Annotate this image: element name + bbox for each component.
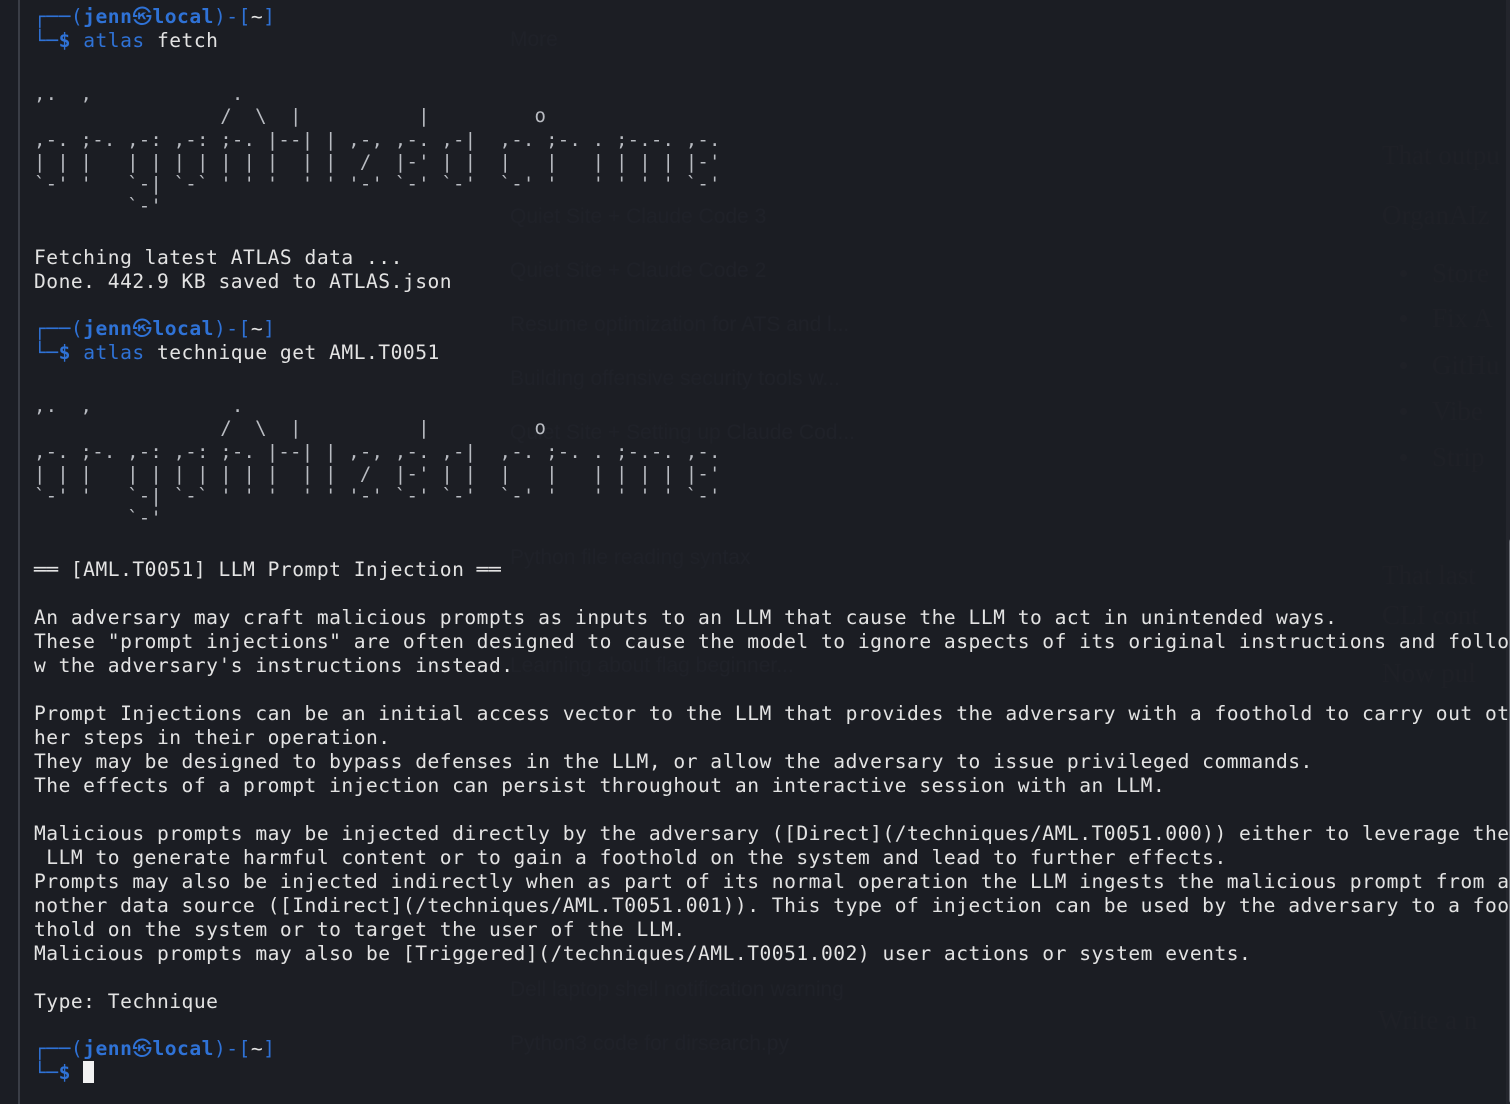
description-line: Prompts may also be injected indirectly … — [34, 870, 1510, 893]
command-line: └─$ atlas fetch — [34, 29, 218, 53]
prompt-line: ┌──(jenn㉿local)-[~] — [34, 1037, 275, 1061]
ascii-banner-line: | | | | | | | | | | | | / |-' | | | | | … — [34, 463, 721, 485]
input-line[interactable]: └─$ — [34, 1061, 95, 1085]
prompt-host: local — [152, 317, 214, 340]
prompt-host: local — [152, 1037, 214, 1060]
terminal-window[interactable]: ┌──(jenn㉿local)-[~] └─$ atlas fetch ,. ,… — [18, 0, 1510, 1104]
command-line: └─$ atlas technique get AML.T0051 — [34, 341, 440, 365]
ascii-banner-line: `-' ' `-| `-` ' ' ' ' ' '-' `-' `-' `-' … — [34, 485, 721, 507]
description-line: nother data source ([Indirect](/techniqu… — [34, 894, 1510, 917]
prompt-frame: └─ — [34, 341, 59, 364]
ascii-banner-line: ,. , . — [34, 83, 244, 105]
prompt-frame: ] — [263, 5, 276, 28]
command-args: fetch — [144, 29, 219, 52]
prompt-directory: ~ — [250, 5, 264, 28]
prompt-symbol: $ — [58, 341, 71, 364]
type-line: Type: Technique — [34, 990, 219, 1013]
prompt-separator-icon: ㉿ — [132, 317, 153, 340]
prompt-frame: )-[ — [213, 1037, 251, 1060]
description-line: LLM to generate harmful content or to ga… — [34, 846, 1227, 869]
command-name: atlas — [83, 29, 145, 52]
description-line: Prompt Injections can be an initial acce… — [34, 702, 1510, 725]
description-line: An adversary may craft malicious prompts… — [34, 606, 1338, 629]
output-line: Done. 442.9 KB saved to ATLAS.json — [34, 270, 453, 293]
prompt-host: local — [152, 5, 214, 28]
output-line: Fetching latest ATLAS data ... — [34, 246, 403, 269]
ascii-banner-line: | | | | | | | | | | | | / |-' | | | | | … — [34, 151, 721, 173]
prompt-user: jenn — [83, 5, 133, 28]
prompt-frame: ┌──( — [34, 5, 84, 28]
ascii-banner-line: / \ | | o — [34, 417, 547, 439]
ascii-banner-line: / \ | | o — [34, 105, 547, 127]
description-line: w the adversary's instructions instead. — [34, 654, 514, 677]
ascii-banner-line: ,-. ;-. ,-: ,-: ;-. |--| | ,-, ,-. ,-| ,… — [34, 441, 721, 463]
description-line: Malicious prompts may be injected direct… — [34, 822, 1510, 845]
prompt-frame: )-[ — [213, 317, 251, 340]
prompt-frame: └─ — [34, 1061, 59, 1084]
prompt-frame: └─ — [34, 29, 59, 52]
prompt-symbol: $ — [58, 29, 71, 52]
prompt-frame: ┌──( — [34, 317, 84, 340]
description-line: The effects of a prompt injection can pe… — [34, 774, 1166, 797]
description-line: her steps in their operation. — [34, 726, 391, 749]
description-line: Malicious prompts may also be [Triggered… — [34, 942, 1252, 965]
prompt-symbol: $ — [58, 1061, 71, 1084]
command-args: technique get AML.T0051 — [144, 341, 440, 364]
prompt-separator-icon: ㉿ — [132, 5, 153, 28]
prompt-frame: ] — [263, 317, 276, 340]
text-cursor[interactable] — [83, 1061, 95, 1083]
description-line: These "prompt injections" are often desi… — [34, 630, 1510, 653]
prompt-directory: ~ — [250, 317, 264, 340]
description-line: thold on the system or to target the use… — [34, 918, 686, 941]
ascii-banner-line: ,-. ;-. ,-: ,-: ;-. |--| | ,-, ,-. ,-| ,… — [34, 129, 721, 151]
prompt-frame: ┌──( — [34, 1037, 84, 1060]
prompt-frame: ] — [263, 1037, 276, 1060]
ascii-banner-line: `-' — [34, 195, 163, 217]
technique-heading: ══ [AML.T0051] LLM Prompt Injection ══ — [34, 558, 502, 581]
prompt-frame: )-[ — [213, 5, 251, 28]
prompt-line: ┌──(jenn㉿local)-[~] — [34, 317, 275, 341]
ascii-banner-line: ,. , . — [34, 395, 244, 417]
prompt-user: jenn — [83, 317, 133, 340]
prompt-separator-icon: ㉿ — [132, 1037, 153, 1060]
prompt-line: ┌──(jenn㉿local)-[~] — [34, 5, 275, 29]
prompt-directory: ~ — [250, 1037, 264, 1060]
ascii-banner-line: `-' — [34, 507, 163, 529]
prompt-user: jenn — [83, 1037, 133, 1060]
ascii-banner-line: `-' ' `-| `-` ' ' ' ' ' '-' `-' `-' `-' … — [34, 173, 721, 195]
command-name: atlas — [83, 341, 145, 364]
description-line: They may be designed to bypass defenses … — [34, 750, 1313, 773]
